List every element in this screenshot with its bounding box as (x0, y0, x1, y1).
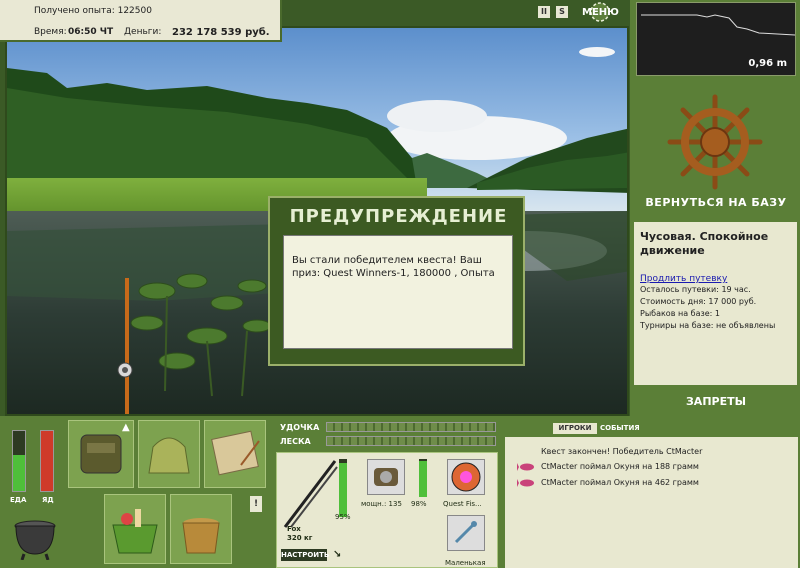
rod-tension-bar (326, 422, 496, 432)
bag-icon (148, 437, 190, 474)
bag-slot[interactable] (138, 420, 200, 488)
tab-events[interactable]: СОБЫТИЯ (600, 423, 640, 434)
line-spool-icon (451, 462, 481, 492)
tab-players[interactable]: ИГРОКИ (553, 423, 597, 434)
location-info: Чусовая. Спокойное движение Продлить пут… (634, 222, 797, 385)
food-bar (12, 430, 26, 492)
location-line: Осталось путевки: 19 час. (640, 285, 751, 294)
event-item: CtMacter поймал Окуня на 462 грамм (541, 478, 699, 487)
poison-label: ЯД (42, 496, 54, 504)
setup-button[interactable]: НАСТРОИТЬ (281, 549, 329, 561)
pause-button[interactable]: II (538, 6, 550, 18)
info-button[interactable]: ! (250, 496, 262, 512)
poison-bar (40, 430, 54, 492)
reel-percent: 98% (411, 500, 427, 508)
tackle-panel: 95% Fox 320 кг НАСТРОИТЬ ↘ мощн.: 135 98… (276, 452, 498, 568)
rod-weight: 320 кг (287, 534, 313, 542)
food-label: ЕДА (10, 496, 27, 504)
money-value: 232 178 539 руб. (172, 27, 270, 38)
experience-label: Получено опыта: 122500 (34, 6, 152, 16)
map-slot[interactable] (204, 420, 266, 488)
warning-dialog[interactable]: ПРЕДУПРЕЖДЕНИЕ Вы стали победителем квес… (268, 196, 525, 366)
bucket-icon (182, 518, 220, 554)
basket-icon (112, 509, 158, 554)
cauldron-icon[interactable] (10, 514, 60, 560)
lure-slot[interactable] (447, 515, 485, 551)
reel-slot[interactable] (367, 459, 405, 495)
rod-percent: 95% (335, 513, 351, 521)
money-label: Деньги: (124, 27, 162, 37)
lure-icon (454, 521, 477, 544)
time-value: 06:50 ЧТ (68, 27, 114, 37)
event-item: Квест закончен! Победитель CtMacter (541, 447, 703, 456)
location-line: Турниры на базе: не объявлены (640, 321, 776, 330)
line-slot[interactable] (447, 459, 485, 495)
food-basket-slot[interactable] (104, 494, 166, 564)
line-tension-bar (326, 436, 496, 446)
line-name: Quest Fis... (443, 500, 482, 508)
ship-wheel-icon[interactable] (665, 92, 765, 192)
extend-permit-link[interactable]: Продлить путевку (640, 274, 791, 284)
rod-label: УДОЧКА (280, 423, 320, 432)
cursor-icon: ▲ (122, 422, 130, 433)
depth-profile: 0,96 m (636, 2, 796, 76)
food-bar-fill (13, 455, 25, 491)
map-icon (211, 430, 260, 476)
bucket-slot[interactable] (170, 494, 232, 564)
menu-label: МЕНЮ (582, 7, 619, 18)
bans-button[interactable]: ЗАПРЕТЫ (632, 395, 800, 408)
reel-name: мощн.: 135 (361, 500, 402, 508)
time-label: Время: (34, 27, 67, 37)
sound-button[interactable]: S (556, 6, 568, 18)
poison-bar-fill (41, 431, 53, 491)
location-line: Рыбаков на базе: 1 (640, 309, 720, 318)
location-name: Чусовая. Спокойное движение (640, 230, 769, 257)
reel-wear-bar (419, 459, 427, 497)
rod-wear-bar (339, 459, 347, 517)
fishing-rod[interactable] (107, 278, 147, 416)
rod-name: Fox (287, 525, 301, 533)
fish-icon (517, 479, 534, 487)
return-to-base-button[interactable]: ВЕРНУТЬСЯ НА БАЗУ (632, 196, 800, 209)
location-line: Стоимость дня: 17 000 руб. (640, 297, 757, 306)
lure-name: Маленькая (445, 559, 486, 567)
resize-arrow-icon[interactable]: ↘ (333, 549, 341, 560)
fish-icon (517, 463, 534, 471)
depth-value: 0,96 m (748, 58, 787, 69)
line-label: ЛЕСКА (280, 437, 311, 446)
event-item: CtMacter поймал Окуня на 188 грамм (541, 462, 699, 471)
dialog-message: Вы стали победителем квеста! Ваш приз: Q… (283, 235, 513, 349)
events-list: Квест закончен! Победитель CtMacter CtMa… (505, 437, 798, 568)
rod-icon[interactable] (279, 457, 339, 531)
dialog-title: ПРЕДУПРЕЖДЕНИЕ (289, 206, 508, 227)
reel-icon (374, 468, 398, 486)
player-info-panel: Получено опыта: 122500 Время: 06:50 ЧТ Д… (0, 0, 282, 42)
menu-button[interactable]: МЕНЮ (580, 2, 620, 22)
